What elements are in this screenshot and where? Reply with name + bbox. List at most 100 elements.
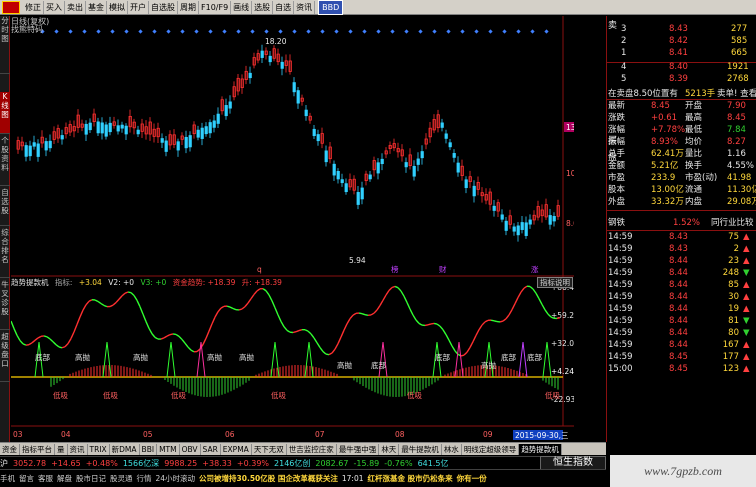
kline-chart[interactable]: 13.3510.728.0118.205.94q榜财涨+86.40+59.23+… — [11, 16, 574, 442]
toolbar-button-f10[interactable]: F10/F9 — [199, 0, 232, 14]
signal-label: 底部 — [35, 352, 50, 362]
ticker-news-3[interactable]: 你有一份 — [457, 473, 487, 484]
sector-compare-link: 同行业比较 — [711, 218, 754, 228]
toolbar-button-draw[interactable]: 画线 — [231, 0, 253, 14]
fund-trend-line — [517, 291, 522, 298]
candle-body — [28, 145, 32, 157]
candle-body — [552, 216, 556, 222]
fund-trend-line — [55, 344, 60, 348]
fund-trend-line — [52, 341, 57, 346]
signal-marker-icon — [194, 29, 199, 34]
ticker-item-mobile[interactable]: 手机 — [0, 473, 15, 484]
signal-marker-icon — [460, 29, 465, 34]
indicator-tab[interactable]: 明线定超级领导 — [462, 443, 520, 455]
indicator-tab[interactable]: 趋势提款机 — [519, 443, 562, 455]
indicator-explain-button[interactable]: 指标说明 — [537, 277, 573, 288]
tab-super-panel[interactable]: 超级盘口 — [0, 332, 10, 382]
ticker-item-rolling[interactable]: 24小时滚动 — [156, 473, 196, 484]
candle-body — [500, 214, 504, 220]
fund-trend-line — [262, 288, 267, 292]
toolbar-button-fund[interactable]: 基金 — [86, 0, 107, 14]
candle-body — [44, 141, 48, 151]
candle-body — [32, 142, 36, 147]
toolbar-button-fix[interactable]: 修正 — [23, 0, 44, 14]
indicator-tab[interactable]: TRIX — [88, 443, 110, 455]
indicator-tab[interactable]: 天下无双 — [252, 443, 287, 455]
signal-marker-icon — [334, 29, 339, 34]
fund-trend-line — [70, 331, 75, 339]
indicator-tab[interactable]: 世吉监控庄家 — [287, 443, 337, 455]
up-arrow-icon: ▲ — [743, 244, 750, 254]
indicator-tab[interactable]: 资讯 — [68, 443, 88, 455]
ticker-item-stocklink[interactable]: 股灵通 — [110, 473, 133, 484]
ticker-item-message[interactable]: 留言 — [19, 473, 34, 484]
indicator-tab[interactable]: 最牛提款机 — [399, 443, 442, 455]
indicator-tab[interactable]: 量 — [55, 443, 68, 455]
indicator-tab[interactable]: 新DMA — [110, 443, 140, 455]
fund-trend-line — [121, 292, 126, 297]
news-ticker: 手机 留言 客服 解盘 股市日记 股灵通 行情 24小时滚动 公司被增持30.5… — [0, 469, 606, 487]
fund-trend-line — [175, 333, 180, 337]
toolbar-button-watchlist[interactable]: 自选股 — [149, 0, 178, 14]
chart-subtitle: 找熊特码 — [11, 25, 43, 34]
tab-kline[interactable]: K线图 — [0, 92, 10, 134]
quote-value: 33.32万 — [651, 197, 684, 207]
indicator-tab[interactable]: MTM — [157, 443, 180, 455]
signal-marker-icon — [264, 29, 269, 34]
fund-trend-line — [349, 314, 354, 320]
indicator-name[interactable]: 趋势提款机 — [11, 278, 49, 287]
quote-value-2: 8.45 — [727, 113, 746, 123]
indicator-tab[interactable]: OBV — [180, 443, 201, 455]
indicator-tab[interactable]: EXPMA — [221, 443, 252, 455]
candle-body — [36, 143, 40, 157]
quote-label: 涨幅 — [608, 125, 626, 135]
fund-trend-line — [469, 341, 474, 348]
indicator-tab[interactable]: BBI — [140, 443, 158, 455]
quote-row: 股本 13.00亿 流通 11.30亿 — [607, 185, 756, 196]
toolbar-button-bbd[interactable]: BBD — [318, 0, 344, 15]
tab-watchlist[interactable]: 自选股 — [0, 188, 10, 226]
toolbar-button-buy[interactable]: 买入 — [44, 0, 65, 14]
candle-body — [316, 134, 320, 142]
tab-stock-profile[interactable]: 个股资料 — [0, 136, 10, 186]
indicator-tab[interactable]: 林天 — [379, 443, 400, 455]
ticker-item-analysis[interactable]: 解盘 — [57, 473, 72, 484]
indicator-tab[interactable]: SAR — [201, 443, 221, 455]
toolbar-button-period[interactable]: 周期 — [178, 0, 199, 14]
toolbar-button-simulate[interactable]: 模拟 — [107, 0, 128, 14]
ticker-news-2[interactable]: 红杆涨基金 股市仍松条来 — [368, 473, 453, 484]
indicator-tab[interactable]: 指标平台 — [20, 443, 55, 455]
candle-body — [448, 142, 452, 148]
quote-label-2: 开盘 — [685, 101, 703, 111]
signal-marker-icon — [96, 29, 101, 34]
signal-spike — [518, 341, 528, 378]
indicator-tab[interactable]: 资金 — [0, 443, 20, 455]
indicator-tab[interactable]: 最牛强中强 — [337, 443, 380, 455]
tab-ranking[interactable]: 综合排名 — [0, 228, 10, 278]
ticker-item-diary[interactable]: 股市日记 — [76, 473, 106, 484]
toolbar-button-self[interactable]: 自选 — [273, 0, 295, 14]
fund-trend-line — [208, 323, 213, 332]
indicator-tab[interactable]: 林水 — [442, 443, 462, 455]
quote-value: +7.78% — [651, 125, 686, 135]
fund-trend-line — [274, 307, 279, 316]
signal-spike — [166, 341, 176, 378]
tab-timeshare[interactable]: 分时图 — [0, 16, 10, 74]
hs-index-button[interactable]: 恒生指数 — [540, 456, 606, 470]
ticker-item-quote[interactable]: 行情 — [137, 473, 152, 484]
signal-marker-icon — [320, 29, 325, 34]
candle-body — [292, 82, 296, 93]
toolbar-button-open-account[interactable]: 开户 — [128, 0, 149, 14]
toolbar-button-sell[interactable]: 卖出 — [65, 0, 86, 14]
quote-label: 最新 — [608, 101, 626, 111]
fund-trend-line — [16, 334, 21, 341]
tab-diagnosis[interactable]: 牛叉诊股 — [0, 280, 10, 330]
ticker-news-1[interactable]: 公司被增持30.50亿股 国企改革概获关注 — [199, 473, 338, 484]
toolbar-button-screener[interactable]: 选股 — [252, 0, 274, 14]
ticker-item-service[interactable]: 客服 — [38, 473, 53, 484]
tick-price: 8.45 — [669, 364, 688, 374]
fund-trend-line — [184, 342, 189, 348]
fund-trend-line — [247, 298, 252, 304]
toolbar-button-news[interactable]: 资讯 — [294, 0, 316, 14]
tick-volume: 75 — [728, 232, 739, 242]
